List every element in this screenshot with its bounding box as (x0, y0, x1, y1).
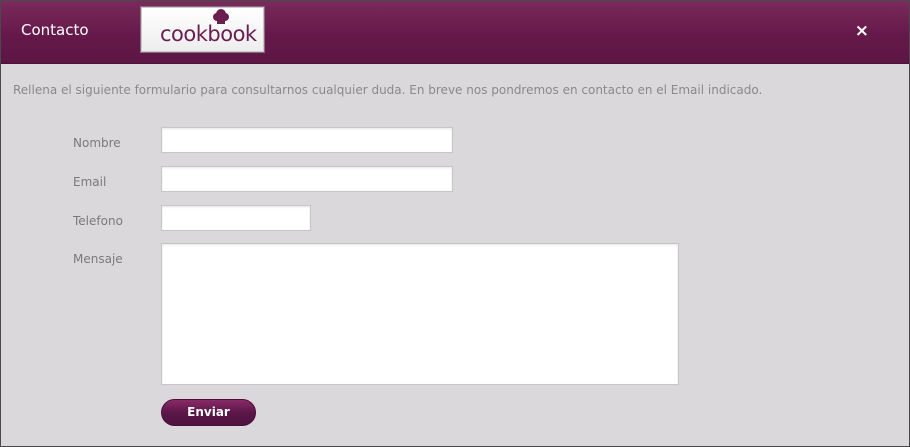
phone-label: Telefono (73, 214, 123, 228)
email-label: Email (73, 175, 107, 189)
message-label: Mensaje (73, 252, 123, 266)
phone-input[interactable] (161, 205, 311, 231)
dialog-header: Contacto cookbook × (1, 1, 909, 64)
cookbook-logo: cookbook (141, 7, 264, 52)
close-icon[interactable]: × (855, 22, 869, 40)
dialog-title: Contacto (21, 21, 89, 39)
logo-wordmark: cookbook (160, 22, 257, 46)
message-textarea[interactable] (161, 243, 679, 385)
name-label: Nombre (73, 136, 121, 150)
submit-button[interactable]: Enviar (161, 399, 256, 426)
email-input[interactable] (161, 166, 453, 192)
contact-dialog: Contacto cookbook × Rellena el siguiente… (0, 0, 910, 447)
form-intro: Rellena el siguiente formulario para con… (13, 83, 763, 97)
name-input[interactable] (161, 127, 453, 153)
